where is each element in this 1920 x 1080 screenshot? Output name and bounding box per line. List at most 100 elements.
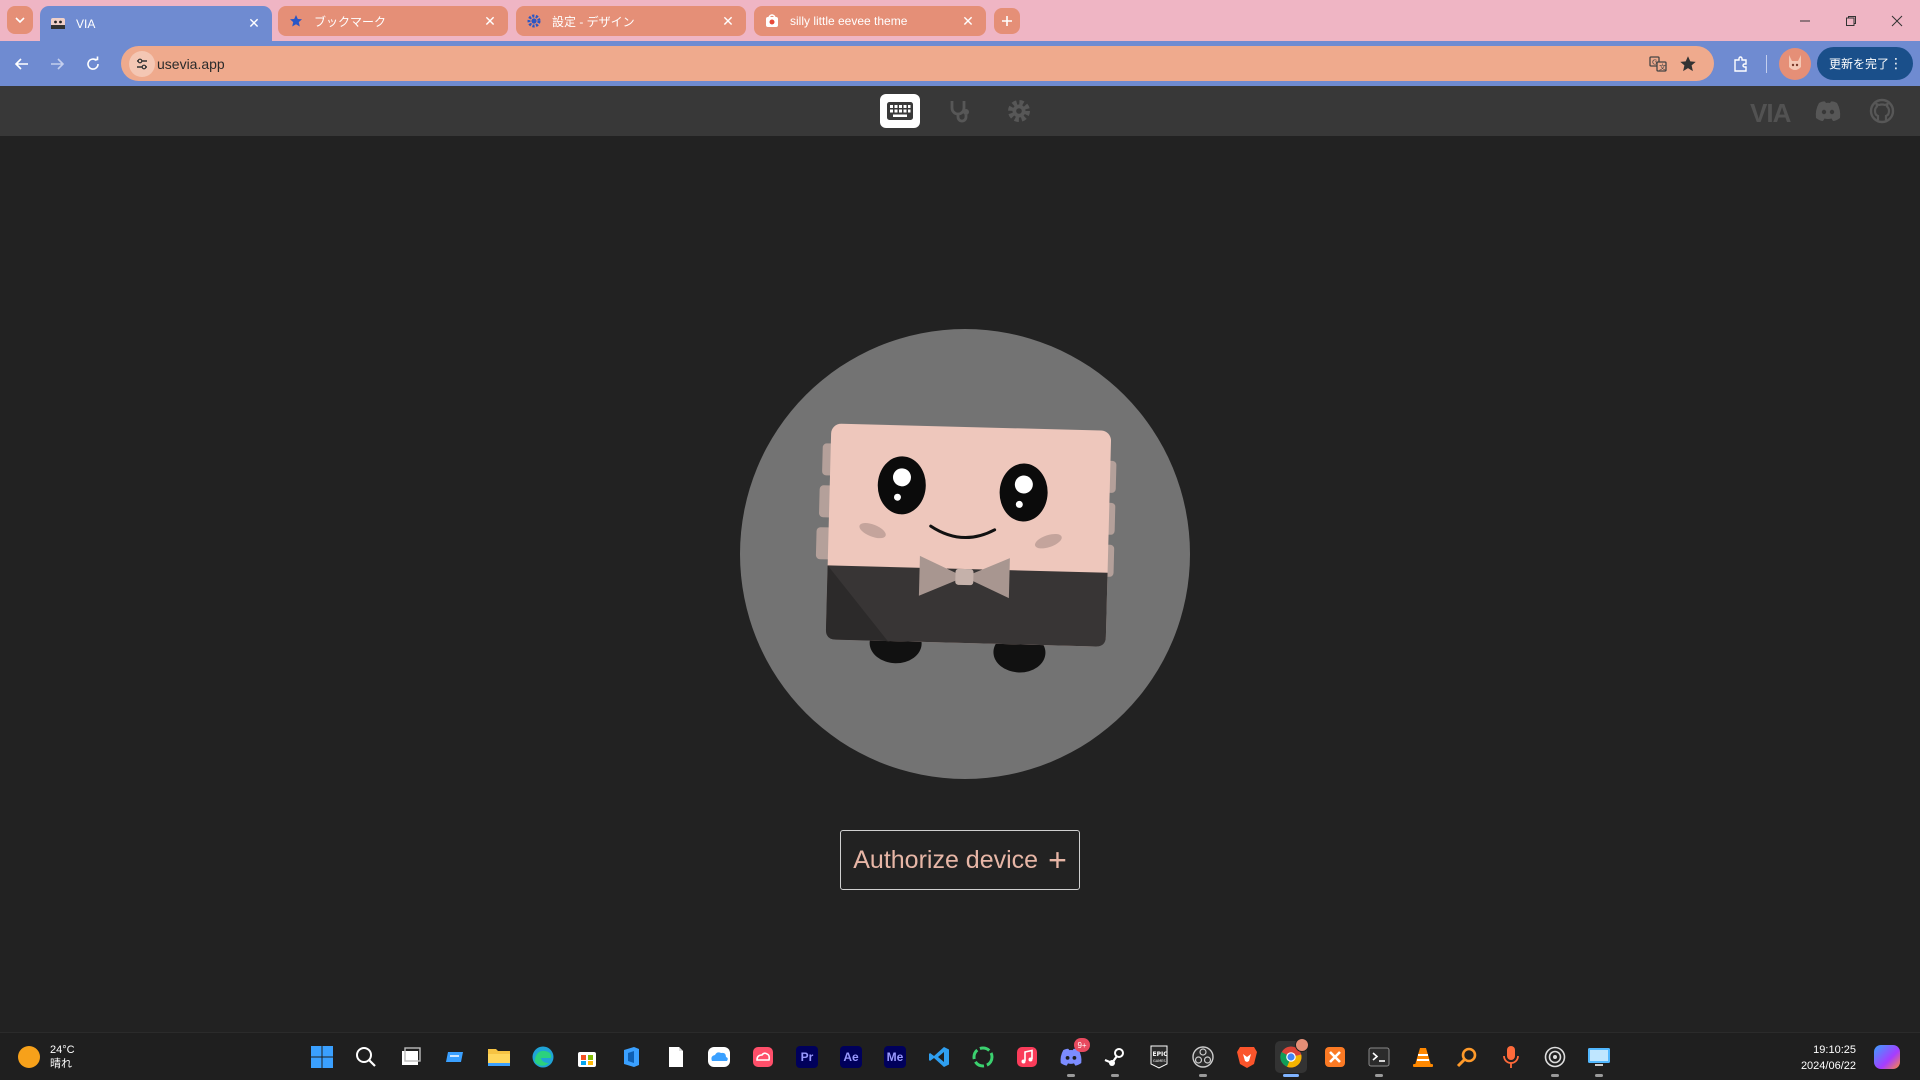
site-info-button[interactable]	[129, 51, 155, 77]
windows-start-button[interactable]	[306, 1041, 338, 1073]
steam[interactable]	[1099, 1041, 1131, 1077]
windows-start-icon	[311, 1046, 333, 1068]
discord[interactable]: 9+	[1055, 1038, 1090, 1077]
via-mascot-illustration	[740, 329, 1190, 779]
tab-bookmarks[interactable]: ブックマーク ✕	[278, 6, 508, 36]
office-icon	[624, 1047, 639, 1067]
reload-button[interactable]	[78, 49, 108, 79]
edge-icon	[532, 1046, 554, 1068]
premiere-pro-icon: Pr	[796, 1046, 818, 1068]
bookmark-star-button[interactable]	[1678, 54, 1698, 74]
via-logo: VIA	[1750, 98, 1791, 128]
apple-music-icon	[1017, 1047, 1037, 1067]
onedrive-icon	[708, 1047, 730, 1067]
menu-kebab-icon: ⋮	[1889, 55, 1903, 71]
steam-icon	[1104, 1048, 1124, 1066]
discord-icon	[1815, 101, 1841, 121]
tab-settings-design[interactable]: 設定 - デザイン ✕	[516, 6, 746, 36]
new-tab-button[interactable]	[994, 8, 1020, 34]
svg-text:GAMES: GAMES	[1153, 1059, 1166, 1063]
via-mascot-icon	[50, 16, 66, 32]
gear-icon	[526, 13, 542, 29]
onedrive[interactable]	[703, 1041, 735, 1073]
back-button[interactable]	[7, 49, 37, 79]
edge[interactable]	[527, 1041, 559, 1073]
magnifier-app[interactable]	[1451, 1041, 1483, 1073]
discord-link[interactable]	[1808, 94, 1848, 128]
vlc[interactable]	[1407, 1041, 1439, 1073]
address-bar[interactable]: usevia.app G文	[121, 46, 1714, 81]
close-icon[interactable]: ✕	[720, 13, 736, 29]
remote-desktop[interactable]	[1583, 1041, 1615, 1077]
close-window-button[interactable]	[1874, 0, 1920, 41]
voice-recorder[interactable]	[1495, 1041, 1527, 1073]
magnifier-icon	[1456, 1047, 1477, 1068]
system-clock[interactable]: 19:10:25 2024/06/22	[1780, 1042, 1856, 1074]
xampp-icon	[1325, 1047, 1345, 1067]
extensions-button[interactable]	[1726, 49, 1756, 79]
authorize-device-button[interactable]: Authorize device +	[840, 830, 1080, 890]
chrome-web-store-icon	[764, 13, 780, 29]
terminal[interactable]	[1363, 1041, 1395, 1077]
vscode[interactable]	[923, 1041, 955, 1073]
obs-icon	[1192, 1046, 1214, 1068]
minimize-button[interactable]	[1782, 0, 1828, 41]
davinci-resolve[interactable]	[1539, 1041, 1571, 1077]
nav-settings[interactable]	[999, 94, 1039, 128]
clock-time: 19:10:25	[1813, 1044, 1856, 1056]
after-effects[interactable]: Ae	[835, 1041, 867, 1073]
epic-games[interactable]: EPIC GAMES	[1143, 1041, 1175, 1073]
tab-title: ブックマーク	[314, 14, 387, 29]
microsoft-store[interactable]	[571, 1041, 603, 1073]
running-indicator	[1283, 1074, 1299, 1077]
chrome-profile-badge-icon	[1295, 1038, 1309, 1052]
notepad[interactable]	[660, 1041, 692, 1073]
running-indicator	[1111, 1074, 1119, 1077]
xampp[interactable]	[1319, 1041, 1351, 1073]
translate-button[interactable]: G文	[1648, 54, 1668, 74]
sun-icon	[18, 1046, 40, 1068]
restore-button[interactable]	[1828, 0, 1874, 41]
close-icon[interactable]: ✕	[960, 13, 976, 29]
brave[interactable]	[1231, 1041, 1263, 1073]
arrow-right-icon	[51, 58, 65, 70]
restore-icon	[1846, 15, 1856, 26]
finish-update-button[interactable]: 更新を完了 ⋮	[1817, 47, 1913, 80]
ring-app[interactable]	[967, 1041, 999, 1073]
tab-search-button[interactable]	[7, 6, 33, 34]
creative-cloud[interactable]	[747, 1041, 779, 1073]
notepad-icon	[669, 1047, 683, 1067]
nav-configure[interactable]	[880, 94, 920, 128]
update-label: 更新を完了	[1829, 57, 1890, 71]
apple-music[interactable]	[1011, 1041, 1043, 1073]
profile-avatar-button[interactable]	[1779, 48, 1811, 80]
task-view[interactable]	[395, 1041, 427, 1073]
widgets[interactable]	[439, 1041, 471, 1073]
file-explorer[interactable]	[483, 1041, 515, 1073]
forward-button[interactable]	[42, 49, 72, 79]
taskbar-search[interactable]	[350, 1041, 382, 1073]
nav-key-tester[interactable]	[940, 94, 980, 128]
obs[interactable]	[1187, 1041, 1219, 1077]
tab-title: VIA	[76, 16, 96, 31]
office[interactable]	[615, 1041, 647, 1073]
weather-widget[interactable]: 24°C 晴れ	[18, 1041, 75, 1073]
github-link[interactable]	[1862, 94, 1902, 128]
translate-icon: G文	[1649, 56, 1667, 72]
media-encoder[interactable]: Me	[879, 1041, 911, 1073]
running-indicator	[1375, 1074, 1383, 1077]
authorize-label: Authorize device	[853, 845, 1039, 874]
tab-eevee-theme[interactable]: silly little eevee theme ✕	[754, 6, 986, 36]
avatar-icon	[1789, 55, 1801, 70]
close-icon	[1891, 15, 1903, 26]
close-icon[interactable]: ✕	[246, 15, 262, 32]
tab-via[interactable]: VIA ✕	[40, 6, 272, 41]
copilot-icon[interactable]	[1874, 1045, 1900, 1069]
close-icon[interactable]: ✕	[482, 13, 498, 29]
ring-app-icon	[972, 1046, 994, 1068]
premiere-pro[interactable]: Pr	[791, 1041, 823, 1073]
chrome[interactable]	[1275, 1038, 1309, 1077]
keyboard-icon	[887, 102, 913, 120]
gear-icon	[1008, 100, 1030, 122]
davinci-icon	[1544, 1046, 1566, 1068]
